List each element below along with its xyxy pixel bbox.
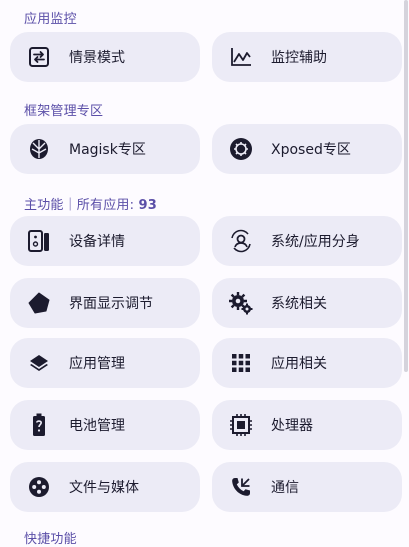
display-tuning-button[interactable]: 界面显示调节 <box>10 278 200 328</box>
scrollbar[interactable] <box>404 0 408 372</box>
section-title-app-monitor: 应用监控 <box>24 12 77 27</box>
system-app-clone-button[interactable]: 系统/应用分身 <box>212 216 402 266</box>
scene-mode-label: 情景模式 <box>69 50 125 66</box>
magisk-zone-label: Magisk专区 <box>69 142 146 158</box>
phone-call-icon <box>228 474 254 500</box>
magisk-zone-button[interactable]: Magisk专区 <box>10 124 200 174</box>
cogs-icon <box>228 290 254 316</box>
communication-button[interactable]: 通信 <box>212 462 402 512</box>
system-app-clone-label: 系统/应用分身 <box>271 234 360 250</box>
processor-label: 处理器 <box>271 418 313 434</box>
battery-management-button[interactable]: 电池管理 <box>10 400 200 450</box>
display-tuning-label: 界面显示调节 <box>69 296 153 312</box>
section-title-main-features: 主功能｜所有应用: 93 <box>24 194 157 213</box>
system-related-label: 系统相关 <box>271 296 327 312</box>
line-chart-icon <box>228 44 254 70</box>
device-details-label: 设备详情 <box>69 234 125 250</box>
brightness-tilt-icon <box>26 290 52 316</box>
xposed-zone-label: Xposed专区 <box>271 142 351 158</box>
files-media-label: 文件与媒体 <box>69 480 139 496</box>
app-management-label: 应用管理 <box>69 356 125 372</box>
xposed-gear-icon <box>228 136 254 162</box>
app-management-button[interactable]: 应用管理 <box>10 338 200 388</box>
processor-button[interactable]: 处理器 <box>212 400 402 450</box>
cpu-chip-icon <box>228 412 254 438</box>
monitor-assist-label: 监控辅助 <box>271 50 327 66</box>
section-title-framework: 框架管理专区 <box>24 104 104 119</box>
battery-unknown-icon <box>26 412 52 438</box>
scene-mode-button[interactable]: 情景模式 <box>10 32 200 82</box>
layers-icon <box>26 350 52 376</box>
xposed-zone-button[interactable]: Xposed专区 <box>212 124 402 174</box>
main-features-label: 主功能｜所有应用: <box>24 198 139 213</box>
files-media-button[interactable]: 文件与媒体 <box>10 462 200 512</box>
account-sync-icon <box>228 228 254 254</box>
swap-box-icon <box>26 44 52 70</box>
section-title-quick-functions: 快捷功能 <box>24 532 77 547</box>
media-disc-icon <box>26 474 52 500</box>
app-related-label: 应用相关 <box>271 356 327 372</box>
device-details-button[interactable]: 设备详情 <box>10 216 200 266</box>
magisk-icon <box>26 136 52 162</box>
battery-management-label: 电池管理 <box>69 418 125 434</box>
app-count: 93 <box>138 198 158 213</box>
devices-icon <box>26 228 52 254</box>
apps-grid-icon <box>228 350 254 376</box>
system-related-button[interactable]: 系统相关 <box>212 278 402 328</box>
app-related-button[interactable]: 应用相关 <box>212 338 402 388</box>
communication-label: 通信 <box>271 480 299 496</box>
monitor-assist-button[interactable]: 监控辅助 <box>212 32 402 82</box>
